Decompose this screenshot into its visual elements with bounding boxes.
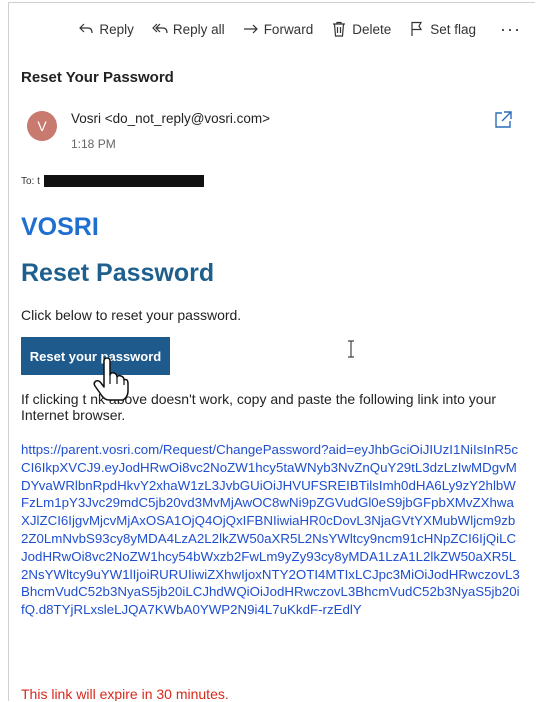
expiry-notice: This link will expire in 30 minutes. — [21, 686, 229, 701]
email-reading-pane: Reply Reply all Forward Delete Set flag … — [8, 2, 535, 701]
reset-password-link[interactable]: https://parent.vosri.com/Request/ChangeP… — [21, 441, 521, 619]
open-in-new-window-icon[interactable] — [493, 110, 513, 130]
flag-icon — [411, 21, 423, 36]
email-subject: Reset Your Password — [21, 69, 174, 86]
delete-button[interactable]: Delete — [331, 21, 391, 37]
redacted-recipient — [43, 175, 204, 187]
delete-label: Delete — [352, 21, 392, 37]
sent-time: 1:18 PM — [71, 137, 116, 151]
reply-all-icon — [152, 23, 168, 34]
instructions-text: Click below to reset your password. — [21, 307, 242, 323]
message-toolbar: Reply Reply all Forward Delete Set flag … — [9, 17, 535, 41]
hand-pointer-icon — [93, 357, 129, 401]
forward-button[interactable]: Forward — [243, 21, 314, 37]
text-cursor-icon — [348, 340, 354, 358]
reset-password-heading: Reset Password — [21, 259, 215, 287]
reply-label: Reply — [99, 21, 134, 37]
avatar: V — [27, 111, 57, 141]
recipient-line: To: t — [21, 175, 204, 187]
set-flag-label: Set flag — [430, 21, 477, 37]
brand-title: VOSRI — [21, 213, 99, 241]
set-flag-button[interactable]: Set flag — [409, 21, 476, 37]
forward-icon — [243, 24, 258, 34]
trash-icon — [333, 21, 346, 37]
reply-all-label: Reply all — [172, 21, 225, 37]
reply-icon — [79, 23, 93, 34]
to-label: To: t — [21, 175, 40, 187]
more-actions-button[interactable]: ··· — [500, 19, 521, 40]
sender-name[interactable]: Vosri <do_not_reply@vosri.com> — [71, 111, 270, 126]
reply-button[interactable]: Reply — [78, 21, 134, 37]
reply-all-button[interactable]: Reply all — [152, 21, 225, 37]
forward-label: Forward — [263, 21, 314, 37]
